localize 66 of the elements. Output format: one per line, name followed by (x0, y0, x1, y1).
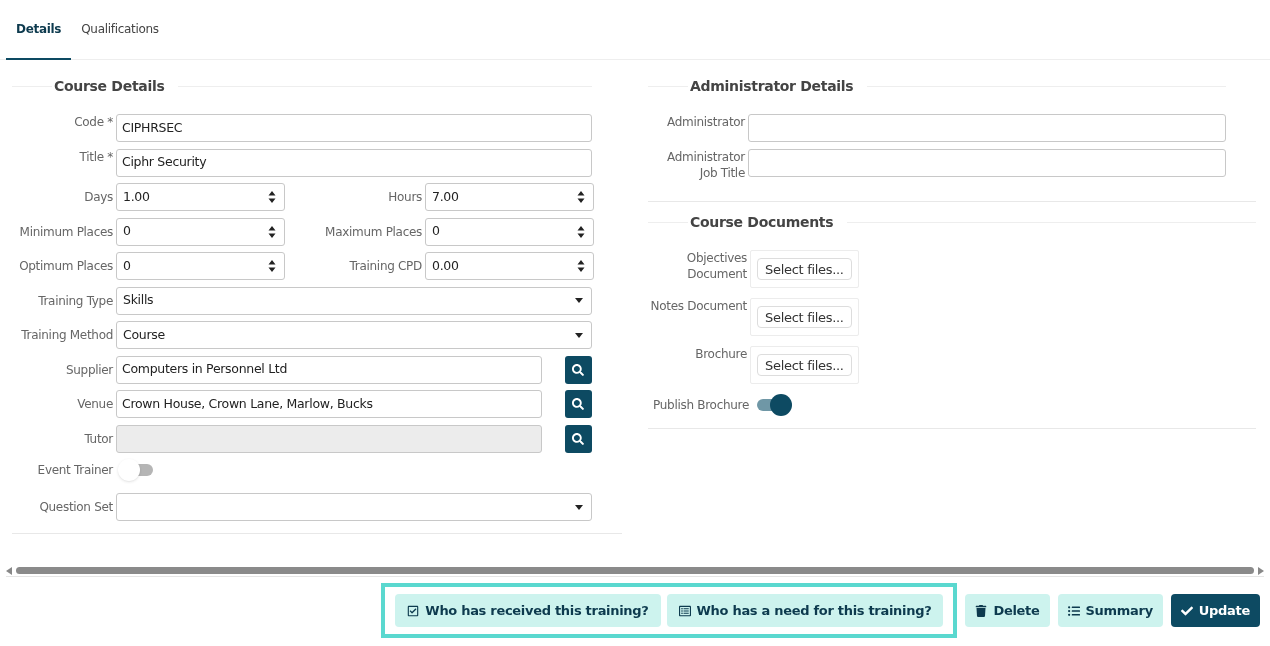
field-label: Publish Brochure (652, 396, 750, 413)
select-files-button[interactable]: Select files... (757, 354, 852, 377)
select-files-button[interactable]: Select files... (757, 258, 852, 281)
search-icon (572, 363, 585, 376)
text-field[interactable]: Ciphr Security (116, 148, 592, 177)
tab[interactable]: Details (6, 0, 72, 60)
action-button[interactable]: Summary (1057, 594, 1163, 627)
action-button[interactable]: Who has a need for this training? (666, 594, 944, 627)
search-button[interactable] (564, 355, 592, 384)
field-label: Code * (73, 114, 114, 130)
field-label: Training Type (37, 292, 114, 309)
number-field[interactable]: 0.00 (425, 252, 594, 280)
search-button[interactable] (564, 424, 592, 453)
field-label: Minimum Places (18, 223, 114, 240)
scroll-right-icon[interactable] (1258, 566, 1264, 575)
field-label: Maximum Places (324, 223, 423, 240)
number-field[interactable]: 0 (116, 217, 285, 246)
field-label: Question Set (38, 499, 114, 515)
section-heading: Administrator Details (689, 77, 855, 96)
field-label: Venue (76, 396, 114, 412)
dropdown-field[interactable] (116, 493, 592, 521)
field-label: Notes Document (649, 297, 748, 314)
list-icon (1067, 604, 1080, 617)
tab[interactable]: Qualifications (71, 0, 169, 60)
scroll-left-icon[interactable] (6, 566, 12, 575)
select-files-button[interactable]: Select files... (757, 306, 852, 329)
field-label: Event Trainer (36, 462, 115, 478)
text-field[interactable]: Crown House, Crown Lane, Marlow, Bucks (116, 390, 542, 418)
field-label: Tutor (83, 430, 115, 447)
dropdown-field[interactable]: Skills (116, 286, 592, 315)
trash-icon (975, 604, 988, 617)
field-label: Brochure (694, 345, 748, 362)
action-button[interactable]: Delete (965, 594, 1050, 627)
number-field[interactable]: 7.00 (425, 183, 594, 211)
text-field[interactable] (748, 114, 1226, 142)
field-label: Hours (387, 189, 423, 205)
search-icon (572, 432, 585, 445)
search-icon (572, 398, 585, 410)
field-label: Objectives Document (685, 249, 748, 282)
section-heading: Course Documents (689, 212, 835, 232)
text-field[interactable]: Computers in Personnel Ltd (116, 355, 542, 384)
number-field[interactable]: 0 (116, 252, 285, 280)
checkbox-icon (407, 604, 420, 617)
dropdown-caret-icon (575, 298, 583, 303)
text-field[interactable]: CIPHRSEC (116, 114, 592, 142)
dropdown-field[interactable]: Course (116, 321, 592, 349)
field-label: Administrator Job Title (666, 148, 747, 181)
dropdown-caret-icon (575, 332, 583, 338)
checkmark-icon (1180, 604, 1193, 617)
field-label: Training Method (20, 327, 114, 343)
field-label: Administrator (666, 114, 747, 130)
field-label: Supplier (64, 361, 115, 378)
action-button[interactable]: Who has received this training? (395, 594, 661, 627)
search-button[interactable] (564, 390, 592, 418)
field-label: Optimum Places (18, 258, 114, 274)
horizontal-scrollbar[interactable] (6, 565, 1264, 577)
number-field[interactable]: 1.00 (116, 183, 285, 211)
field-label: Days (83, 189, 114, 205)
update-button[interactable]: Update (1170, 594, 1260, 627)
list-icon (678, 604, 691, 617)
dropdown-caret-icon (575, 504, 583, 510)
section-heading: Course Details (53, 77, 166, 96)
text-field[interactable] (748, 148, 1226, 177)
field-label: Title * (78, 148, 114, 165)
number-field[interactable]: 0 (425, 217, 594, 246)
field-label: Training CPD (348, 258, 423, 274)
